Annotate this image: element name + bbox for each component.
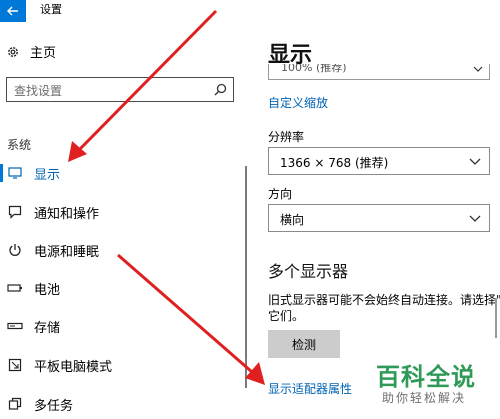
resolution-value: 1366 × 768 (推荐) (280, 156, 389, 170)
sidebar-item-label: 平板电脑模式 (34, 359, 113, 375)
sidebar-item-tablet-mode[interactable]: 平板电脑模式 (0, 350, 240, 380)
custom-scaling-link[interactable]: 自定义缩放 (268, 94, 328, 111)
sidebar-item-battery[interactable]: 电池 (0, 273, 240, 303)
multiple-displays-heading: 多个显示器 (268, 262, 349, 281)
search-icon[interactable] (214, 83, 227, 96)
power-icon (3, 240, 27, 260)
sidebar-item-multitasking[interactable]: 多任务 (0, 389, 240, 419)
sidebar-item-label: 存储 (34, 320, 61, 336)
sidebar-item-storage[interactable]: 存储 (0, 311, 240, 341)
left-pane-scrollbar[interactable] (245, 166, 247, 388)
back-button[interactable] (0, 0, 26, 22)
sidebar-item-label: 电源和睡眠 (34, 244, 100, 260)
orientation-dropdown[interactable]: 横向 (268, 204, 490, 232)
sidebar-item-power-sleep[interactable]: 电源和睡眠 (0, 235, 240, 265)
home-nav-item[interactable]: 主页 (6, 42, 56, 61)
back-arrow-icon (7, 6, 18, 16)
chevron-down-icon (469, 215, 481, 222)
sidebar-item-label: 通知和操作 (34, 206, 100, 222)
sidebar-item-notifications[interactable]: 通知和操作 (0, 197, 240, 227)
sidebar-item-display[interactable]: 显示 (0, 158, 240, 188)
search-placeholder: 查找设置 (14, 84, 63, 98)
home-label: 主页 (30, 46, 57, 61)
multitasking-icon (3, 394, 27, 414)
scale-dropdown[interactable]: 100% (推荐) (268, 64, 490, 80)
tablet-mode-icon (3, 355, 27, 375)
description-line: 旧式显示器可能不会始终自动连接。请选择" (268, 293, 500, 307)
resolution-label: 分辨率 (268, 130, 305, 144)
chevron-down-icon (473, 66, 483, 72)
sidebar-item-label: 电池 (34, 282, 61, 298)
scale-value: 100% (推荐) (281, 64, 347, 74)
watermark-title: 百科全说 (376, 363, 476, 391)
main-scrollbar[interactable] (495, 298, 497, 338)
watermark-tagline: 助你轻松解决 (382, 391, 467, 405)
search-input[interactable]: 查找设置 (6, 77, 234, 102)
section-label-system: 系统 (7, 138, 32, 152)
orientation-label: 方向 (268, 187, 293, 201)
sidebar-item-label: 多任务 (34, 398, 74, 414)
description-line: 它们。 (268, 309, 305, 323)
notification-icon (3, 202, 27, 222)
storage-icon (3, 316, 27, 336)
app-title: 设置 (40, 3, 62, 16)
detect-button[interactable]: 检测 (268, 330, 340, 358)
display-adapter-properties-link[interactable]: 显示适配器属性 (268, 380, 352, 397)
battery-icon (3, 278, 27, 298)
watermark-logo: 百科全说 助你轻松解决 (374, 356, 500, 419)
gear-icon (8, 46, 18, 57)
sidebar-item-label: 显示 (34, 167, 61, 183)
monitor-icon (3, 163, 27, 183)
multiple-displays-description: 旧式显示器可能不会始终自动连接。请选择" 它们。 (268, 292, 500, 324)
chevron-down-icon (469, 158, 481, 165)
orientation-value: 横向 (280, 213, 305, 227)
annotation-arrow (245, 362, 265, 385)
resolution-dropdown[interactable]: 1366 × 768 (推荐) (268, 147, 490, 175)
